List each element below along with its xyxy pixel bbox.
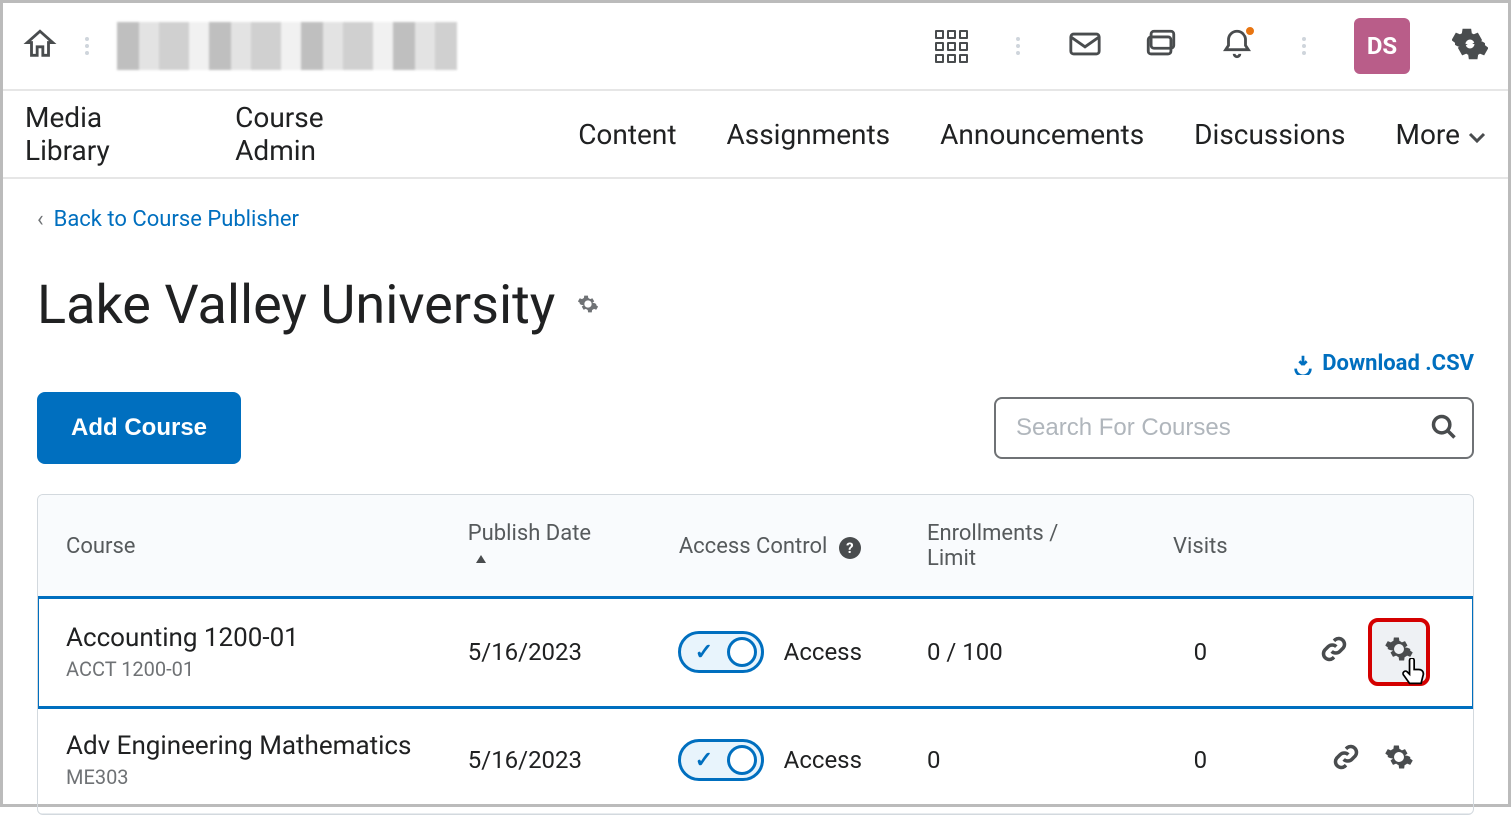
publish-date-cell: 5/16/2023 [440,707,641,814]
divider-dots [1302,37,1306,55]
courses-table-wrapper: Course Publish Date Access Control ? Enr… [37,494,1474,815]
course-navbar: Media Library Course Admin Content Assig… [3,91,1508,179]
table-row: Accounting 1200-01 ACCT 1200-01 5/16/202… [38,598,1473,707]
search-input[interactable] [994,397,1474,459]
divider-dots [85,37,89,55]
toggle-knob [727,745,757,775]
home-icon[interactable] [23,27,57,65]
col-visits[interactable]: Visits [1129,495,1273,598]
messages-icon[interactable] [1144,27,1178,65]
course-code: ME303 [66,765,412,789]
top-icons-group: DS [935,18,1488,74]
col-publish-date[interactable]: Publish Date [440,495,641,598]
check-icon: ✓ [695,640,713,665]
enrollments-cell: 0 / 100 [899,598,1129,707]
title-settings-icon[interactable] [577,293,599,319]
user-avatar[interactable]: DS [1354,18,1410,74]
nav-content[interactable]: Content [578,118,676,151]
access-label: Access [784,746,862,774]
org-name-redacted [117,22,457,70]
visits-cell: 0 [1129,707,1273,814]
toolbar: Add Course [37,392,1474,464]
apps-grid-icon[interactable] [935,30,968,63]
toggle-knob [727,637,757,667]
courses-table: Course Publish Date Access Control ? Enr… [38,495,1473,814]
mail-icon[interactable] [1068,27,1102,65]
download-csv-link[interactable]: Download .CSV [1292,351,1474,376]
chevron-down-icon [1468,118,1486,151]
nav-discussions[interactable]: Discussions [1194,118,1345,151]
page-title: Lake Valley University [37,274,555,337]
nav-assignments[interactable]: Assignments [726,118,890,151]
nav-more[interactable]: More [1396,118,1487,151]
access-toggle[interactable]: ✓ [678,631,764,673]
title-row: Lake Valley University [37,274,1474,337]
back-link[interactable]: Back to Course Publisher [54,207,299,232]
notifications-icon[interactable] [1220,27,1254,65]
notification-badge [1244,25,1256,37]
col-enrollments[interactable]: Enrollments / Limit [899,495,1129,598]
download-icon [1292,353,1314,375]
copy-link-icon[interactable] [1320,635,1348,669]
col-publish-label: Publish Date [468,521,591,546]
add-course-button[interactable]: Add Course [37,392,241,464]
visits-cell: 0 [1129,598,1273,707]
actions-cell [1272,707,1473,814]
course-code: ACCT 1200-01 [66,657,412,681]
col-actions [1272,495,1473,598]
download-csv-label: Download .CSV [1322,351,1474,376]
nav-course-admin[interactable]: Course Admin [235,101,402,167]
search-wrapper [994,397,1474,459]
access-toggle[interactable]: ✓ [678,739,764,781]
help-icon[interactable]: ? [839,537,861,559]
col-access-label: Access Control [679,534,828,559]
access-cell: ✓ Access [641,598,899,707]
sort-asc-icon [474,546,488,571]
search-icon[interactable] [1430,413,1458,445]
col-course[interactable]: Course [38,495,440,598]
divider-dots [1016,37,1020,55]
row-settings-icon[interactable] [1384,742,1414,778]
page-content: ‹ Back to Course Publisher Lake Valley U… [3,179,1508,815]
nav-more-label: More [1396,118,1461,151]
global-topbar: DS [3,3,1508,91]
publish-date-cell: 5/16/2023 [440,598,641,707]
nav-announcements[interactable]: Announcements [940,118,1144,151]
course-cell[interactable]: Accounting 1200-01 ACCT 1200-01 [38,598,440,707]
breadcrumb-caret: ‹ [37,207,44,232]
breadcrumb: ‹ Back to Course Publisher [37,207,1474,232]
settings-icon[interactable] [1452,26,1488,66]
row-settings-icon[interactable] [1372,622,1426,682]
table-row: Adv Engineering Mathematics ME303 5/16/2… [38,707,1473,814]
nav-media-library[interactable]: Media Library [25,101,185,167]
course-name: Accounting 1200-01 [66,623,412,653]
course-cell[interactable]: Adv Engineering Mathematics ME303 [38,707,440,814]
check-icon: ✓ [695,748,713,773]
col-access-control[interactable]: Access Control ? [641,495,899,598]
copy-link-icon[interactable] [1332,743,1360,777]
course-name: Adv Engineering Mathematics [66,731,412,761]
actions-cell [1272,598,1473,707]
enrollments-cell: 0 [899,707,1129,814]
access-label: Access [784,638,862,666]
access-cell: ✓ Access [641,707,899,814]
